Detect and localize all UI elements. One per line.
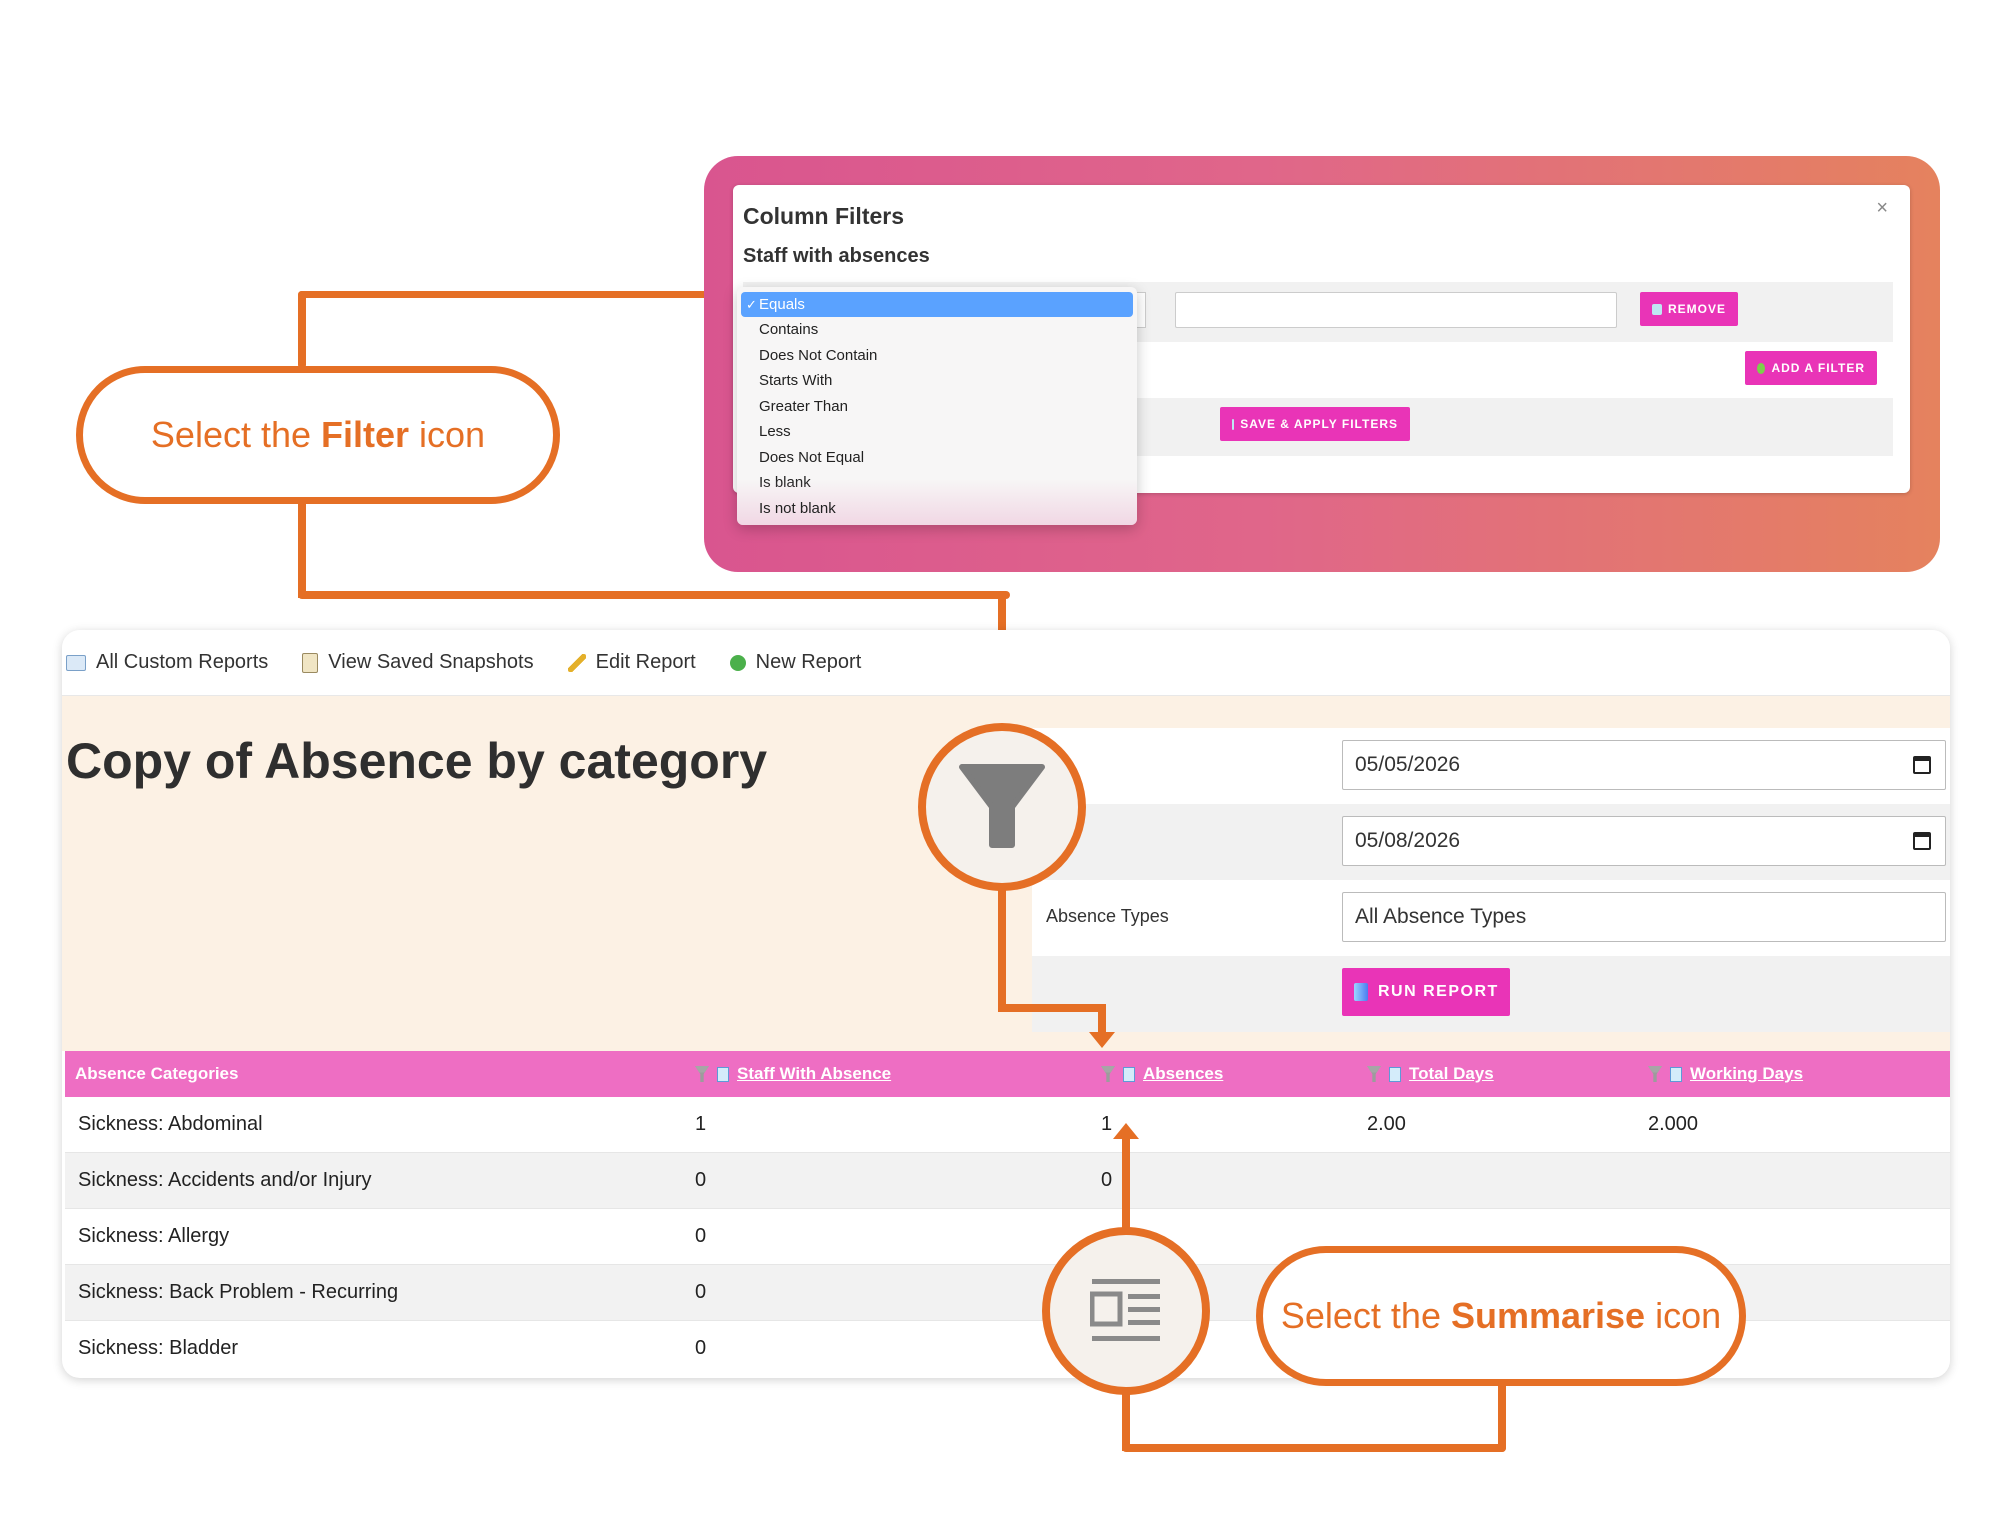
remove-icon xyxy=(1652,303,1662,315)
column-header-absences: Absences xyxy=(1101,1064,1223,1084)
operator-option-does-not-contain[interactable]: Does Not Contain xyxy=(741,343,1133,368)
report-parameters: rt 05/05/2026 05/08/2026 Absence Types A… xyxy=(1032,728,1950,1032)
close-icon[interactable]: × xyxy=(1876,197,1888,220)
connector-line xyxy=(1122,1444,1506,1452)
check-icon: ✓ xyxy=(746,297,757,312)
connector-line xyxy=(1122,1138,1130,1238)
cell-absences: 1 xyxy=(1101,1113,1113,1135)
plus-circle-icon xyxy=(729,654,746,671)
page-title: Copy of Absence by category xyxy=(66,733,768,789)
summarise-icon xyxy=(1090,1279,1160,1341)
sort-staff-link[interactable]: Staff With Absence xyxy=(737,1064,891,1084)
connector-line xyxy=(298,500,306,598)
column-header-categories: Absence Categories xyxy=(75,1064,239,1083)
reports-icon xyxy=(66,654,86,671)
save-apply-filters-button[interactable]: SAVE & APPLY FILTERS xyxy=(1220,407,1410,441)
all-custom-reports-link[interactable]: All Custom Reports xyxy=(66,651,268,674)
sort-total-days-link[interactable]: Total Days xyxy=(1409,1064,1494,1084)
edit-report-link[interactable]: Edit Report xyxy=(567,651,696,674)
view-saved-snapshots-link[interactable]: View Saved Snapshots xyxy=(302,651,534,674)
summarise-icon[interactable] xyxy=(1670,1066,1682,1082)
save-icon xyxy=(1232,418,1235,430)
new-report-link[interactable]: New Report xyxy=(729,651,861,674)
cell-total-days: 2.00 xyxy=(1367,1113,1406,1135)
absence-types-select[interactable]: All Absence Types xyxy=(1342,892,1946,942)
cell-staff: 0 xyxy=(695,1169,707,1191)
cell-category: Sickness: Accidents and/or Injury xyxy=(78,1169,372,1191)
absence-types-label: Absence Types xyxy=(1046,906,1169,926)
connector-line xyxy=(298,291,708,298)
snapshot-icon xyxy=(302,652,319,673)
cell-staff: 0 xyxy=(695,1225,707,1247)
tutorial-canvas: Column Filters × Staff with absences REM… xyxy=(0,0,2000,1534)
operator-option-contains[interactable]: Contains xyxy=(741,317,1133,342)
summarise-icon-callout xyxy=(1042,1227,1210,1395)
cell-category: Sickness: Bladder xyxy=(78,1337,239,1359)
summarise-callout: Select the Summarise icon xyxy=(1256,1246,1746,1386)
filter-icon[interactable] xyxy=(1367,1066,1381,1082)
remove-filter-button[interactable]: REMOVE xyxy=(1640,292,1738,326)
filter-value-input[interactable] xyxy=(1175,292,1617,328)
cell-staff: 0 xyxy=(695,1337,707,1359)
operator-dropdown[interactable]: ✓ Equals Contains Does Not Contain Start… xyxy=(737,287,1137,525)
sort-working-days-link[interactable]: Working Days xyxy=(1690,1064,1803,1084)
arrow-up xyxy=(1113,1123,1139,1139)
cell-category: Sickness: Allergy xyxy=(78,1225,230,1247)
param-end-row: 05/08/2026 xyxy=(1032,804,1950,880)
column-header-staff: Staff With Absence xyxy=(695,1064,891,1084)
param-start-row: rt 05/05/2026 xyxy=(1032,728,1950,804)
param-types-row: Absence Types All Absence Types xyxy=(1032,880,1950,956)
summarise-icon[interactable] xyxy=(1389,1066,1401,1082)
sort-absences-link[interactable]: Absences xyxy=(1143,1064,1223,1084)
connector-line xyxy=(1098,1004,1106,1034)
cell-staff: 0 xyxy=(695,1281,707,1303)
arrow-down xyxy=(1089,1032,1115,1048)
table-row: Sickness: Accidents and/or Injury 0 0 xyxy=(65,1153,1950,1209)
add-filter-label: ADD A FILTER xyxy=(1771,361,1865,375)
cell-absences: 0 xyxy=(1101,1169,1113,1191)
plus-icon xyxy=(1757,362,1766,374)
modal-subtitle: Staff with absences xyxy=(743,245,930,267)
calendar-icon[interactable] xyxy=(1913,756,1931,774)
connector-line xyxy=(298,591,1010,599)
modal-title: Column Filters xyxy=(743,203,905,229)
column-header-total-days: Total Days xyxy=(1367,1064,1494,1084)
add-filter-button[interactable]: ADD A FILTER xyxy=(1745,351,1877,385)
param-run-row: RUN REPORT xyxy=(1032,956,1950,1032)
cell-staff: 1 xyxy=(695,1113,707,1135)
filter-icon-callout xyxy=(918,723,1086,891)
cell-category: Sickness: Back Problem - Recurring xyxy=(78,1281,399,1303)
run-report-button[interactable]: RUN REPORT xyxy=(1342,968,1510,1016)
start-date-input[interactable]: 05/05/2026 xyxy=(1342,740,1946,790)
filter-callout: Select the Filter icon xyxy=(76,366,560,504)
summarise-icon[interactable] xyxy=(717,1066,729,1082)
report-toolbar: All Custom Reports View Saved Snapshots … xyxy=(62,630,1950,696)
column-header-working-days: Working Days xyxy=(1648,1064,1803,1084)
operator-option-does-not-equal[interactable]: Does Not Equal xyxy=(741,445,1133,470)
connector-line xyxy=(298,291,306,369)
remove-label: REMOVE xyxy=(1667,302,1726,316)
connector-line xyxy=(998,880,1006,1012)
connector-line xyxy=(998,1004,1106,1012)
operator-option-starts-with[interactable]: Starts With xyxy=(741,368,1133,393)
operator-option-equals[interactable]: ✓ Equals xyxy=(741,292,1133,317)
connector-line xyxy=(1498,1380,1506,1452)
operator-option-less[interactable]: Less xyxy=(741,419,1133,444)
pencil-icon xyxy=(567,653,586,672)
calendar-icon[interactable] xyxy=(1913,832,1931,850)
filter-icon[interactable] xyxy=(1101,1066,1115,1082)
filter-icon[interactable] xyxy=(695,1066,709,1082)
end-date-input[interactable]: 05/08/2026 xyxy=(1342,816,1946,866)
save-apply-label: SAVE & APPLY FILTERS xyxy=(1240,417,1398,431)
filter-icon[interactable] xyxy=(1648,1066,1662,1082)
summarise-icon[interactable] xyxy=(1123,1066,1135,1082)
table-header: Absence Categories Staff With Absence Ab… xyxy=(65,1051,1950,1097)
operator-option-greater-than[interactable]: Greater Than xyxy=(741,394,1133,419)
table-row: Sickness: Abdominal 1 1 2.00 2.000 xyxy=(65,1097,1950,1153)
cell-category: Sickness: Abdominal xyxy=(78,1113,263,1135)
operator-option-is-not-blank[interactable]: Is not blank xyxy=(741,496,1133,521)
filter-icon xyxy=(959,764,1045,848)
cell-working-days: 2.000 xyxy=(1648,1113,1699,1135)
run-icon xyxy=(1354,983,1368,1001)
